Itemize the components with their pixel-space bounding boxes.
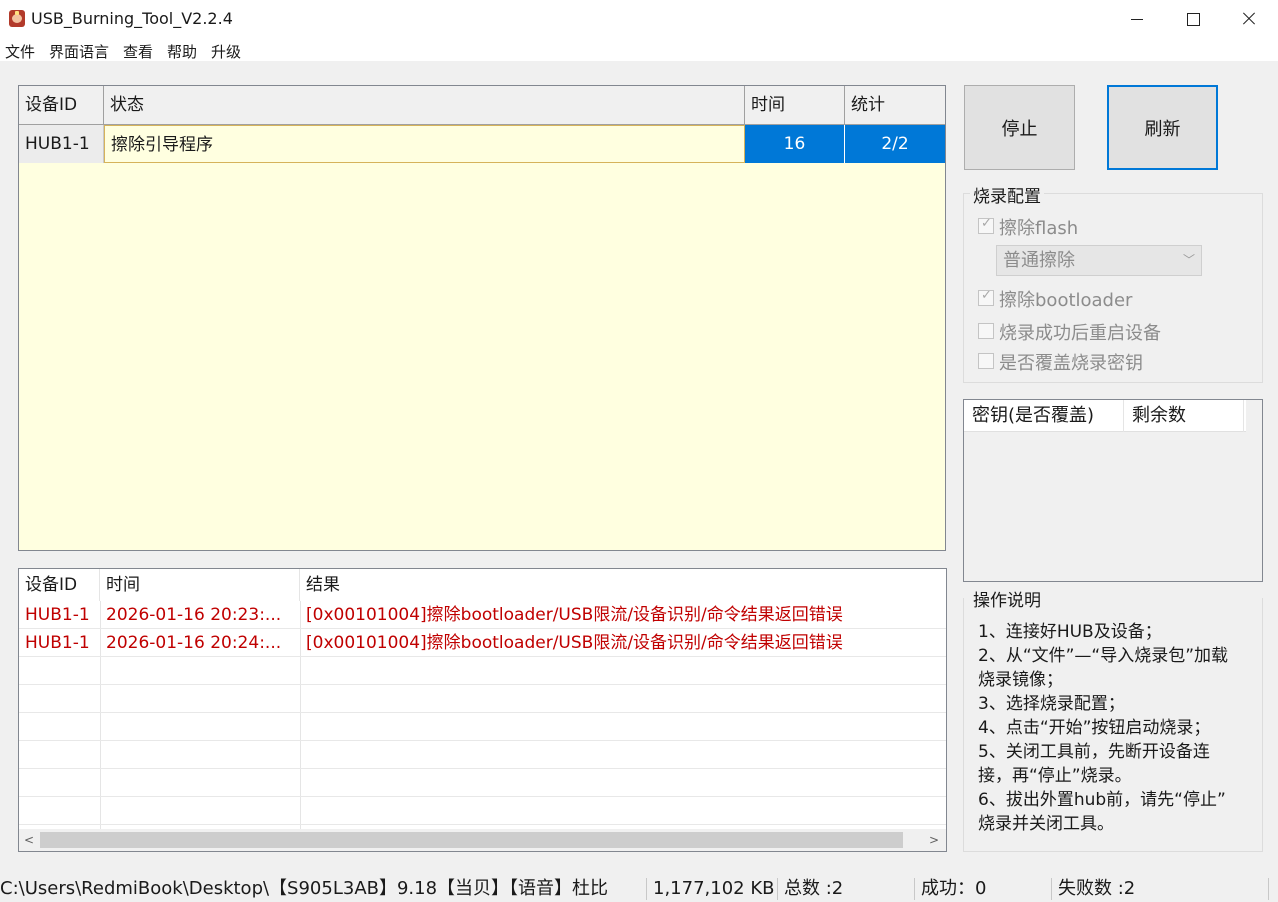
- title-bar: USB_Burning_Tool_V2.2.4: [0, 0, 1278, 38]
- header-remaining[interactable]: 剩余数: [1124, 400, 1244, 432]
- instruction-line: 烧录镜像；: [978, 670, 1063, 690]
- key-table[interactable]: 密钥(是否覆盖) 剩余数: [963, 399, 1263, 582]
- log-result: [0x00101004]擦除bootloader/USB限流/设备识别/命令结果…: [306, 633, 843, 653]
- status-bar: C:\Users\RedmiBook\Desktop\【S905L3AB】9.1…: [0, 876, 1278, 902]
- refresh-button[interactable]: 刷新: [1107, 85, 1218, 170]
- instruction-line: 3、选择烧录配置；: [978, 694, 1125, 714]
- device-id-cell: HUB1-1: [19, 125, 104, 163]
- log-table[interactable]: 设备ID 时间 结果 HUB1-1 2026-01-16 20:23:... […: [18, 568, 947, 852]
- horizontal-scrollbar[interactable]: < >: [19, 829, 946, 851]
- log-device-id: HUB1-1: [25, 633, 90, 653]
- log-row-empty: [19, 685, 946, 713]
- log-row[interactable]: HUB1-1 2026-01-16 20:23:... [0x00101004]…: [19, 601, 946, 629]
- log-row-empty: [19, 797, 946, 825]
- minimize-button[interactable]: [1109, 0, 1165, 38]
- menu-upgrade[interactable]: 升级: [211, 41, 241, 62]
- scroll-left-icon[interactable]: <: [19, 829, 39, 851]
- log-header-device-id[interactable]: 设备ID: [19, 569, 100, 601]
- erase-bootloader-label: 擦除bootloader: [999, 290, 1133, 311]
- reboot-after-label: 烧录成功后重启设备: [999, 323, 1161, 344]
- device-row[interactable]: HUB1-1 擦除引导程序 16 2/2: [19, 125, 945, 163]
- device-status-cell: 擦除引导程序: [104, 125, 745, 163]
- log-time: 2026-01-16 20:23:...: [106, 605, 282, 625]
- log-result: [0x00101004]擦除bootloader/USB限流/设备识别/命令结果…: [306, 605, 843, 625]
- instructions-group: 操作说明 1、连接好HUB及设备； 2、从“文件”—“导入烧录包”加载 烧录镜像…: [963, 586, 1263, 852]
- menu-help[interactable]: 帮助: [167, 41, 197, 62]
- log-header-result[interactable]: 结果: [300, 569, 946, 601]
- burn-config-group: 烧录配置 擦除flash 普通擦除 ﹀ 擦除bootloader 烧录成功后重启…: [963, 182, 1263, 383]
- erase-mode-value: 普通擦除: [1003, 250, 1075, 271]
- instruction-line: 烧录并关闭工具。: [978, 814, 1114, 834]
- erase-flash-label: 擦除flash: [999, 218, 1079, 239]
- log-row-empty: [19, 769, 946, 797]
- log-row-empty: [19, 657, 946, 685]
- device-time-cell: 16: [745, 125, 845, 163]
- status-total: 总数 :2: [784, 878, 844, 899]
- erase-bootloader-checkbox[interactable]: [978, 288, 994, 306]
- window-title: USB_Burning_Tool_V2.2.4: [31, 9, 233, 28]
- menu-bar: 文件 界面语言 查看 帮助 升级: [0, 38, 1278, 62]
- log-time: 2026-01-16 20:24:...: [106, 633, 282, 653]
- log-row[interactable]: HUB1-1 2026-01-16 20:24:... [0x00101004]…: [19, 629, 946, 657]
- menu-file[interactable]: 文件: [5, 41, 35, 62]
- header-status[interactable]: 状态: [104, 86, 745, 124]
- header-time[interactable]: 时间: [745, 86, 845, 124]
- instruction-line: 接，再“停止”烧录。: [978, 766, 1132, 786]
- log-table-header: 设备ID 时间 结果: [19, 569, 946, 601]
- instructions-title: 操作说明: [970, 586, 1044, 611]
- erase-mode-select[interactable]: 普通擦除 ﹀: [996, 245, 1202, 276]
- scroll-right-icon[interactable]: >: [924, 829, 944, 851]
- log-row-empty: [19, 741, 946, 769]
- reboot-after-checkbox[interactable]: [978, 323, 994, 339]
- header-stats[interactable]: 统计: [845, 86, 945, 124]
- menu-language[interactable]: 界面语言: [49, 41, 109, 62]
- status-size: 1,177,102 KB: [653, 878, 775, 899]
- scrollbar-thumb[interactable]: [40, 832, 903, 848]
- instruction-line: 4、点击“开始”按钮启动烧录；: [978, 718, 1211, 738]
- status-separator: [1268, 878, 1269, 900]
- header-device-id[interactable]: 设备ID: [19, 86, 104, 124]
- app-icon: [9, 10, 25, 27]
- log-header-time[interactable]: 时间: [100, 569, 300, 601]
- instruction-line: 1、连接好HUB及设备；: [978, 622, 1162, 642]
- device-table-header: 设备ID 状态 时间 统计: [19, 86, 945, 125]
- status-success: 成功：0: [921, 878, 987, 899]
- burn-config-title: 烧录配置: [970, 182, 1044, 207]
- menu-view[interactable]: 查看: [123, 41, 153, 62]
- chevron-down-icon: ﹀: [1182, 253, 1195, 267]
- maximize-button[interactable]: [1165, 0, 1221, 38]
- status-fail: 失败数 :2: [1058, 878, 1136, 899]
- status-path: C:\Users\RedmiBook\Desktop\【S905L3AB】9.1…: [0, 878, 609, 899]
- log-row-empty: [19, 713, 946, 741]
- key-table-header: 密钥(是否覆盖) 剩余数: [964, 400, 1246, 432]
- overwrite-key-label: 是否覆盖烧录密钥: [999, 353, 1143, 374]
- close-button[interactable]: [1221, 0, 1277, 38]
- header-key[interactable]: 密钥(是否覆盖): [964, 400, 1124, 432]
- stop-button[interactable]: 停止: [964, 85, 1075, 170]
- instruction-line: 5、关闭工具前，先断开设备连: [978, 742, 1210, 762]
- instruction-line: 6、拔出外置hub前，请先“停止”: [978, 790, 1226, 810]
- device-stats-cell: 2/2: [845, 125, 945, 163]
- erase-flash-checkbox[interactable]: [978, 216, 994, 234]
- overwrite-key-checkbox[interactable]: [978, 353, 994, 369]
- device-table[interactable]: 设备ID 状态 时间 统计 HUB1-1 擦除引导程序 16 2/2: [18, 85, 946, 551]
- log-device-id: HUB1-1: [25, 605, 90, 625]
- instruction-line: 2、从“文件”—“导入烧录包”加载: [978, 646, 1229, 666]
